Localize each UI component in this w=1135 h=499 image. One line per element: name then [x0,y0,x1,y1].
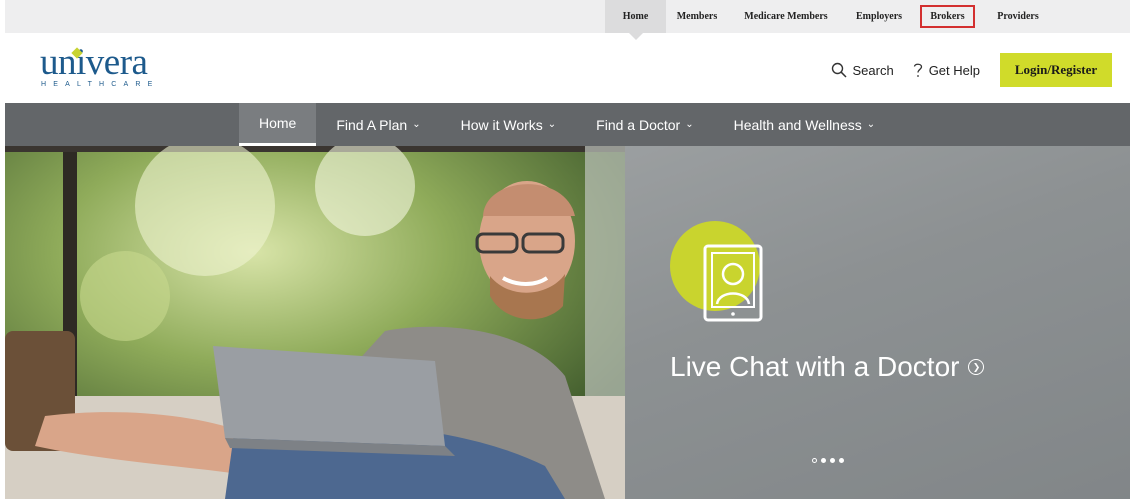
carousel-dot[interactable] [830,458,835,463]
chevron-down-icon: ⌄ [412,119,421,130]
carousel-dot[interactable] [812,458,817,463]
search-link[interactable]: Search [831,62,894,78]
main-nav: Home Find A Plan ⌄ How it Works ⌄ Find a D… [5,103,1130,146]
top-nav-employers[interactable]: Employers [844,0,914,33]
header-actions: Search Get Help Login/Register [831,53,1112,87]
logo-subtitle: HEALTHCARE [41,81,160,88]
question-mark-icon [913,63,922,77]
hero-carousel: Live Chat with a Doctor ❯ [5,146,1130,499]
get-help-label: Get Help [928,62,980,78]
top-nav-providers[interactable]: Providers [981,0,1055,33]
top-nav-members[interactable]: Members [666,0,728,33]
univera-logo[interactable]: univera HEALTHCARE [40,42,160,88]
top-nav-home[interactable]: Home [605,0,666,40]
nav-how-it-works[interactable]: How it Works ⌄ [441,103,577,146]
nav-home[interactable]: Home [239,103,317,146]
carousel-dot[interactable] [839,458,844,463]
hero-title: Live Chat with a Doctor [670,351,960,382]
top-utility-bar: Home Members Medicare Members Employers … [5,0,1130,40]
audience-nav: Home Members Medicare Members Employers … [605,0,1055,40]
chevron-right-circle-icon: ❯ [968,359,985,375]
search-icon [832,62,848,78]
live-chat-link[interactable]: Live Chat with a Doctor ❯ [670,351,985,383]
chevron-down-icon: ⌄ [866,119,876,130]
logo-word: univera [40,42,148,83]
chevron-down-icon: ⌄ [685,119,694,130]
chevron-down-icon: ⌄ [547,119,557,130]
login-register-button[interactable]: Login/Register [1000,53,1112,87]
nav-health-and-wellness[interactable]: Health and Wellness ⌄ [714,103,896,146]
hero-photo-man-with-laptop [5,146,625,499]
top-nav-medicare-members[interactable]: Medicare Members [728,0,844,33]
get-help-link[interactable]: Get Help [912,62,980,78]
nav-find-a-doctor[interactable]: Find a Doctor ⌄ [576,103,713,146]
search-label: Search [852,62,894,78]
carousel-dots [810,458,846,463]
nav-find-a-plan[interactable]: Find A Plan ⌄ [316,103,440,146]
carousel-dot[interactable] [821,458,826,463]
top-nav-brokers[interactable]: Brokers [914,0,981,33]
hero-promo-panel: Live Chat with a Doctor ❯ [625,146,1130,499]
site-header: univera HEALTHCARE Search Get Help Login… [0,33,1135,103]
tablet-doctor-icon [703,244,763,322]
